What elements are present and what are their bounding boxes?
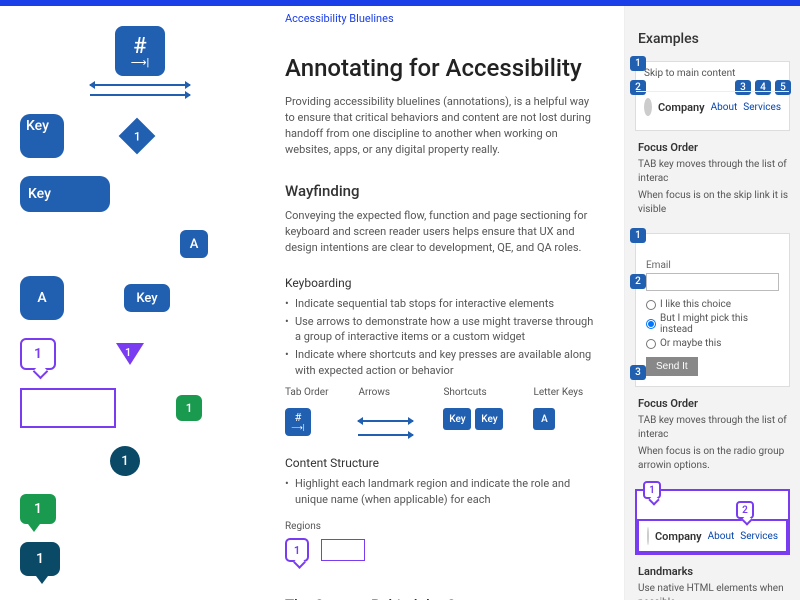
email-label: Email [646,260,779,271]
key-badge: Key [20,114,64,158]
example-focus-form: 1 2 3 Email I like this choice But I mig… [635,233,790,387]
example-nav-bar: Company About Services [636,92,789,122]
region-rect-outline [20,388,116,428]
focus-order-tag-1b: 1 [630,228,646,243]
intro-text: Providing accessibility bluelines (annot… [285,94,599,158]
list-item: Indicate where shortcuts and key presses… [285,347,599,379]
keyboarding-list: Indicate sequential tab stops for intera… [285,296,599,380]
tab-arrow-icon: ⟶| [131,59,150,68]
keyboarding-legend-row: Tab Order #⟶| Arrows Shortcuts Key Key L… [285,387,599,436]
region-rect-mini [321,539,365,561]
key-badge-wide-sm: Key [124,284,170,312]
dark-speech-badge: 1 [20,542,60,576]
wayfinding-text: Conveying the expected flow, function an… [285,208,599,256]
avatar-icon [644,98,652,116]
landmarks-text: Use native HTML elements when possible [638,582,790,600]
send-button[interactable]: Send It [646,357,698,376]
nav-link-about[interactable]: About [708,531,735,542]
focus-order-text-2a: TAB key moves through the list of intera… [638,414,790,442]
green-speech-badge: 1 [20,494,56,524]
example-skip-link-area: Skip to main content [636,62,789,92]
email-field[interactable] [646,273,779,291]
radio-option-3[interactable]: Or maybe this [646,338,779,349]
chevron-badge: 1 [116,343,144,365]
wayfinding-heading: Wayfinding [285,182,599,200]
diamond-badge: 1 [119,118,156,155]
key-wide-badge: Key [20,176,110,212]
company-label: Company [655,530,702,543]
page-layout: # ⟶| Key 1 Key A A Key 1 1 1 [0,6,800,600]
tab-order-mini-badge: #⟶| [285,408,311,436]
keyboarding-heading: Keyboarding [285,276,599,290]
region-number-badge: 1 [285,538,309,562]
letter-keys-label: Letter Keys [533,387,583,398]
focus-order-tag-2b: 2 [630,274,646,289]
letter-key-badge: A [20,276,64,320]
examples-column: Examples 1 2 3 4 5 Skip to main content … [625,6,800,600]
shortcuts-label: Shortcuts [443,387,503,398]
annotation-legend-column: # ⟶| Key 1 Key A A Key 1 1 1 [0,6,260,600]
double-arrow-mini [358,420,413,422]
radio-group[interactable]: I like this choice But I might pick this… [646,299,779,349]
list-item: Highlight each landmark region and indic… [285,476,599,508]
letter-key-mini: A [533,408,555,430]
breadcrumb[interactable]: Accessibility Bluelines [285,6,599,29]
arrows-label: Arrows [358,387,413,398]
landmark-tag-1: 1 [643,481,661,499]
landmark-tag-2: 2 [736,501,754,519]
example-landmarks: 1 2 Company About Services [635,489,790,555]
list-item: Use arrows to demonstrate how a use migh… [285,314,599,346]
single-arrow-icon [90,94,190,96]
nav-link-services[interactable]: Services [743,102,781,113]
examples-heading: Examples [638,31,790,47]
article-column: Accessibility Bluelines Annotating for A… [260,6,625,600]
focus-order-text-1b: When focus is on the skip link it is vis… [638,189,790,217]
letter-key-badge-small: A [180,230,208,258]
behind-heading: The Content Behind the Content [285,596,599,600]
focus-order-tag-3b: 3 [630,365,646,380]
region-badge-outline: 1 [20,338,56,370]
shortcut-key-2: Key [475,408,503,430]
content-structure-heading: Content Structure [285,456,599,470]
landmarks-heading: Landmarks [638,565,790,578]
focus-order-heading-1: Focus Order [638,141,790,154]
tab-order-badge: # ⟶| [115,26,165,76]
focus-order-text-1a: TAB key moves through the list of intera… [638,158,790,186]
radio-option-2[interactable]: But I might pick this instead [646,313,779,335]
nav-link-services[interactable]: Services [740,531,778,542]
page-title: Annotating for Accessibility [285,54,599,82]
dark-circle-badge: 1 [110,446,140,476]
green-square-badge: 1 [176,395,202,421]
skip-link[interactable]: Skip to main content [644,68,735,79]
example-nav-bar-2: Company About Services [637,519,788,553]
shortcut-key-1: Key [443,408,471,430]
avatar-icon [647,527,649,545]
single-arrow-mini [358,434,413,436]
focus-order-text-2b: When focus is on the radio group arrowin… [638,445,790,473]
radio-option-1[interactable]: I like this choice [646,299,779,310]
company-label: Company [658,101,705,114]
tab-order-label: Tab Order [285,387,328,398]
regions-label: Regions [285,521,321,532]
list-item: Indicate sequential tab stops for intera… [285,296,599,312]
example-focus-nav: 1 2 3 4 5 Skip to main content Company A… [635,61,790,131]
focus-order-heading-2: Focus Order [638,397,790,410]
double-arrow-icon [90,84,190,86]
nav-link-about[interactable]: About [711,102,738,113]
